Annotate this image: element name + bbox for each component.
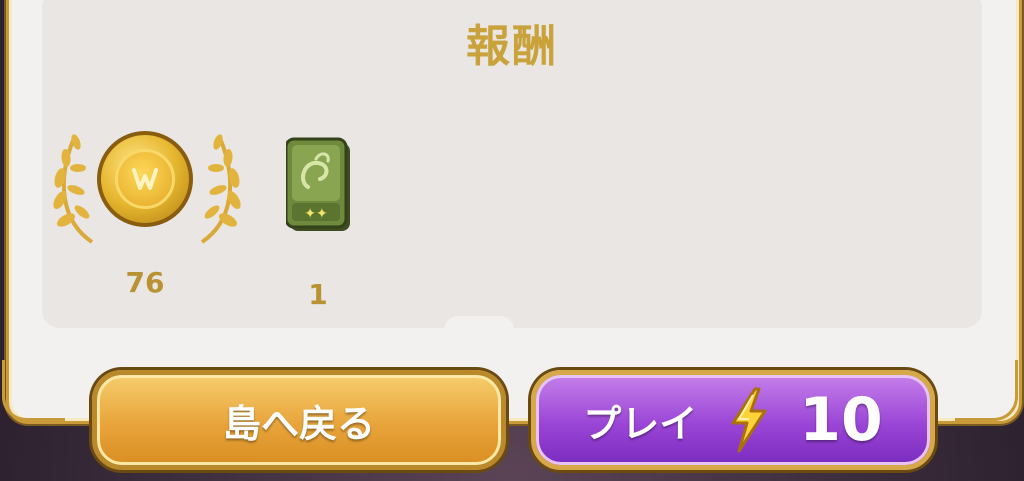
coin-icon: [97, 131, 193, 227]
laurel-right-icon: [200, 134, 241, 244]
back-to-island-button[interactable]: 島へ戻る: [92, 370, 506, 470]
coin-emblem-icon: [132, 168, 158, 190]
panel-corner-left: [2, 360, 65, 421]
card-pack-icon: ✦✦: [286, 137, 350, 231]
laurel-left-icon: [53, 134, 94, 244]
play-button[interactable]: プレイ 10: [531, 370, 935, 470]
play-label: プレイ: [583, 401, 698, 446]
svg-text:✦✦: ✦✦: [304, 206, 328, 222]
page-title: 報酬: [466, 21, 558, 72]
panel-corner-right: [955, 360, 1018, 421]
lightning-bolt-icon: [731, 387, 767, 453]
back-to-island-label: 島へ戻る: [222, 401, 375, 446]
card-count: 1: [308, 278, 328, 311]
panel-notch: [444, 316, 514, 330]
play-cost: 10: [799, 385, 883, 455]
coin-count: 76: [125, 266, 165, 299]
